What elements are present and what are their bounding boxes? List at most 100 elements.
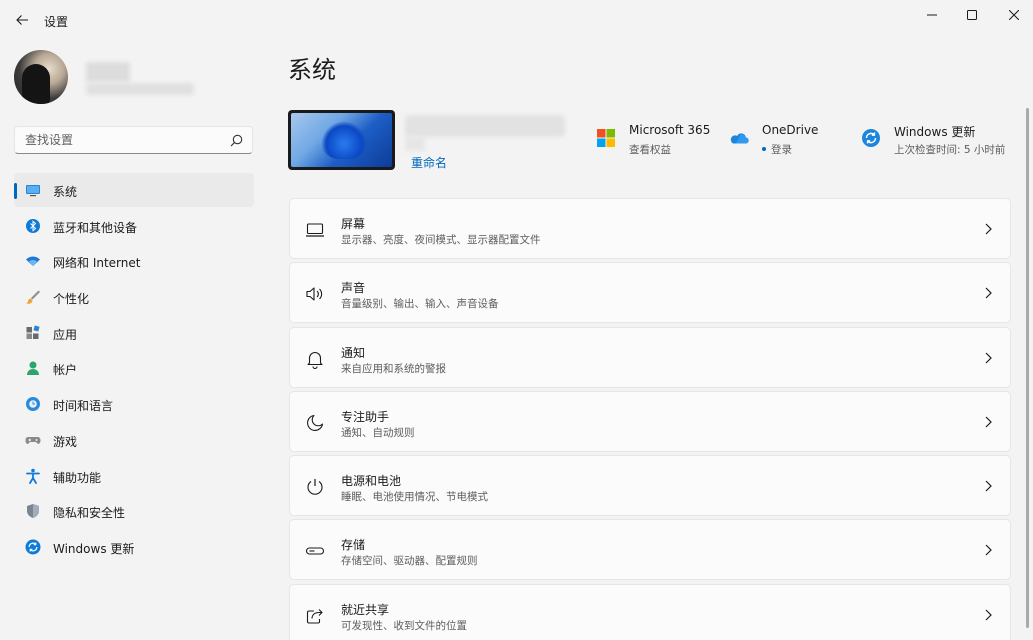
bluetooth-icon xyxy=(26,218,40,233)
app-title: 设置 xyxy=(44,15,69,29)
sidebar-item-network[interactable]: 网络和 Internet xyxy=(14,244,254,278)
sidebar-item-label: 隐私和安全性 xyxy=(53,506,126,521)
search-icon[interactable] xyxy=(230,134,243,147)
storage-drive-icon xyxy=(305,547,325,556)
sidebar-item-windows-update[interactable]: Windows 更新 xyxy=(14,530,254,564)
card-title: 存储 xyxy=(341,538,366,553)
card-subtitle: 睡眠、电池使用情况、节电模式 xyxy=(341,491,488,504)
sidebar-item-system[interactable]: 系统 xyxy=(14,173,254,207)
sidebar-item-label: 游戏 xyxy=(53,434,78,449)
quick-link-subtitle: 登录 xyxy=(762,142,792,157)
share-icon xyxy=(306,608,323,624)
speaker-icon xyxy=(306,287,323,301)
sidebar-item-accessibility[interactable]: 辅助功能 xyxy=(14,459,254,493)
maximize-button[interactable] xyxy=(950,0,994,30)
search-input[interactable] xyxy=(15,127,225,153)
user-profile[interactable] xyxy=(14,50,254,106)
sidebar-item-label: Windows 更新 xyxy=(53,541,135,556)
quick-link-microsoft-365[interactable]: Microsoft 365 查看权益 xyxy=(596,122,716,162)
card-sound[interactable]: 声音 音量级别、输出、输入、声音设备 xyxy=(289,262,1011,324)
sidebar-item-label: 个性化 xyxy=(53,292,90,307)
close-icon xyxy=(1009,10,1019,20)
apps-icon xyxy=(26,325,40,339)
quick-link-title: OneDrive xyxy=(762,123,819,137)
card-subtitle: 音量级别、输出、输入、声音设备 xyxy=(341,298,499,311)
card-display[interactable]: 屏幕 显示器、亮度、夜间模式、显示器配置文件 xyxy=(289,198,1011,259)
sidebar-item-accounts[interactable]: 帐户 xyxy=(14,351,254,385)
title-bar: 设置 xyxy=(0,0,1033,40)
back-button[interactable] xyxy=(10,8,34,32)
sidebar-item-label: 网络和 Internet xyxy=(53,256,141,271)
minimize-icon xyxy=(927,14,937,16)
card-nearby-sharing[interactable]: 就近共享 可发现性、收到文件的位置 xyxy=(289,583,1011,640)
chevron-right-icon xyxy=(985,287,992,299)
rename-link[interactable]: 重命名 xyxy=(411,154,447,171)
card-title: 屏幕 xyxy=(341,217,366,231)
card-subtitle: 显示器、亮度、夜间模式、显示器配置文件 xyxy=(341,234,541,246)
status-dot xyxy=(762,147,766,151)
sidebar-item-privacy[interactable]: 隐私和安全性 xyxy=(14,494,254,528)
globe-clock-icon xyxy=(26,397,40,412)
card-subtitle: 存储空间、驱动器、配置规则 xyxy=(341,555,478,568)
chevron-right-icon xyxy=(985,223,992,235)
shield-icon xyxy=(27,504,39,519)
device-model-redacted xyxy=(405,137,425,151)
quick-link-title: Windows 更新 xyxy=(894,125,976,139)
quick-link-title: Microsoft 365 xyxy=(629,123,711,137)
accessibility-icon xyxy=(26,468,40,484)
page-title: 系统 xyxy=(288,56,336,84)
gamepad-icon xyxy=(25,436,41,444)
bell-icon xyxy=(307,351,323,369)
windows-bloom-image xyxy=(321,121,367,159)
quick-link-subtitle: 上次检查时间: 5 小时前 xyxy=(894,144,1006,156)
wifi-icon xyxy=(26,256,40,267)
windows-update-icon xyxy=(25,539,41,555)
sidebar-item-bluetooth[interactable]: 蓝牙和其他设备 xyxy=(14,209,254,243)
user-email-redacted xyxy=(86,83,194,95)
card-title: 通知 xyxy=(341,345,366,360)
card-title: 声音 xyxy=(341,281,366,296)
card-subtitle: 可发现性、收到文件的位置 xyxy=(341,619,467,632)
chevron-right-icon xyxy=(985,480,992,492)
sidebar-nav: 系统 蓝牙和其他设备 网络和 Internet 个性化 应用 帐户 时间和语言 … xyxy=(14,173,254,566)
card-subtitle: 通知、自动规则 xyxy=(341,426,415,439)
minimize-button[interactable] xyxy=(910,0,954,30)
power-icon xyxy=(307,479,323,495)
sidebar-item-label: 应用 xyxy=(53,327,78,342)
windows-update-icon xyxy=(862,129,880,147)
quick-link-subtitle: 查看权益 xyxy=(629,144,671,156)
card-focus-assist[interactable]: 专注助手 通知、自动规则 xyxy=(289,390,1011,452)
maximize-icon xyxy=(967,10,977,20)
sidebar-item-time-language[interactable]: 时间和语言 xyxy=(14,387,254,421)
card-power-battery[interactable]: 电源和电池 睡眠、电池使用情况、节电模式 xyxy=(289,455,1011,517)
close-button[interactable] xyxy=(992,0,1033,30)
sidebar-item-label: 系统 xyxy=(53,185,78,199)
user-name-redacted xyxy=(86,62,130,82)
brush-icon xyxy=(26,290,40,304)
sign-in-label: 登录 xyxy=(771,144,792,156)
card-storage[interactable]: 存储 存储空间、驱动器、配置规则 xyxy=(289,519,1011,581)
chevron-right-icon xyxy=(985,545,992,556)
sidebar-item-apps[interactable]: 应用 xyxy=(14,316,254,350)
card-subtitle: 来自应用和系统的警报 xyxy=(341,362,446,375)
vertical-scrollbar[interactable] xyxy=(1026,108,1029,628)
chevron-right-icon xyxy=(985,352,992,364)
quick-link-onedrive[interactable]: OneDrive 登录 xyxy=(729,122,839,162)
moon-icon xyxy=(307,414,324,431)
chevron-right-icon xyxy=(985,416,992,428)
sidebar-item-personalization[interactable]: 个性化 xyxy=(14,280,254,314)
search-box xyxy=(14,126,253,154)
device-name-redacted xyxy=(405,115,565,137)
settings-list: 屏幕 显示器、亮度、夜间模式、显示器配置文件 声音 音量级别、输出、输入、声音设… xyxy=(289,198,1011,640)
back-arrow-icon xyxy=(16,15,28,25)
microsoft-logo-icon xyxy=(597,129,615,147)
sidebar-item-label: 辅助功能 xyxy=(53,470,102,485)
system-display-icon xyxy=(26,185,40,197)
card-title: 就近共享 xyxy=(341,602,390,617)
sidebar-item-label: 蓝牙和其他设备 xyxy=(53,220,138,235)
sidebar-item-gaming[interactable]: 游戏 xyxy=(14,423,254,457)
sidebar-item-label: 帐户 xyxy=(53,363,78,378)
card-title: 电源和电池 xyxy=(341,474,402,489)
card-notifications[interactable]: 通知 来自应用和系统的警报 xyxy=(289,326,1011,388)
quick-link-windows-update[interactable]: Windows 更新 上次检查时间: 5 小时前 xyxy=(861,122,1011,162)
